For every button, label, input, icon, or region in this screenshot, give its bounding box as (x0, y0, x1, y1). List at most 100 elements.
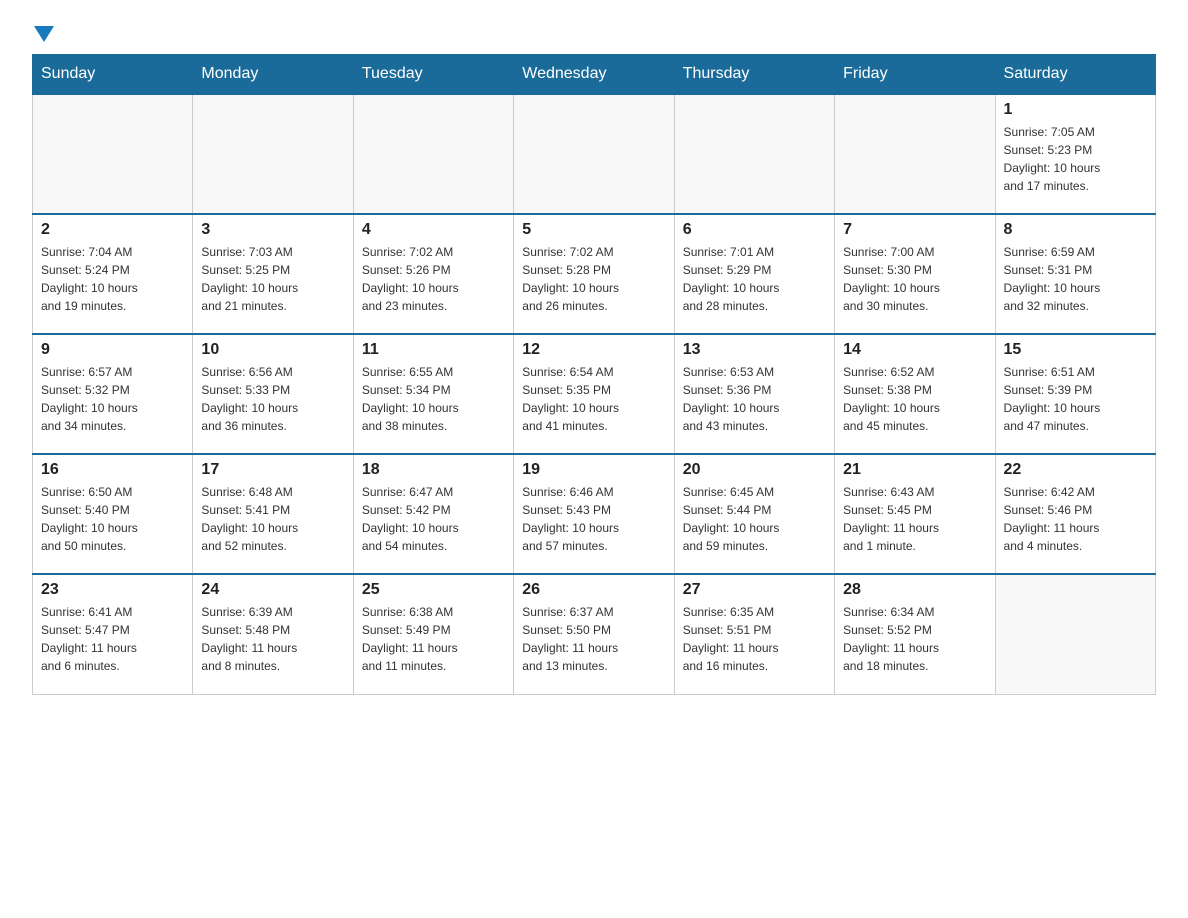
calendar-cell: 2 Sunrise: 7:04 AMSunset: 5:24 PMDaylight… (33, 214, 193, 334)
day-number: 19 (522, 461, 665, 479)
day-number: 14 (843, 341, 986, 359)
day-info: Sunrise: 6:37 AMSunset: 5:50 PMDaylight:… (522, 603, 665, 675)
col-header-wednesday: Wednesday (514, 55, 674, 95)
calendar-cell: 12 Sunrise: 6:54 AMSunset: 5:35 PMDayligh… (514, 334, 674, 454)
day-info: Sunrise: 7:02 AMSunset: 5:28 PMDaylight:… (522, 243, 665, 315)
day-info: Sunrise: 6:41 AMSunset: 5:47 PMDaylight:… (41, 603, 184, 675)
calendar-week-2: 9 Sunrise: 6:57 AMSunset: 5:32 PMDaylight… (33, 334, 1156, 454)
day-number: 27 (683, 581, 826, 599)
day-info: Sunrise: 7:03 AMSunset: 5:25 PMDaylight:… (201, 243, 344, 315)
col-header-saturday: Saturday (995, 55, 1155, 95)
calendar-cell: 21 Sunrise: 6:43 AMSunset: 5:45 PMDayligh… (835, 454, 995, 574)
col-header-sunday: Sunday (33, 55, 193, 95)
day-number: 10 (201, 341, 344, 359)
day-number: 9 (41, 341, 184, 359)
day-info: Sunrise: 6:42 AMSunset: 5:46 PMDaylight:… (1004, 483, 1147, 555)
day-number: 18 (362, 461, 505, 479)
day-info: Sunrise: 7:02 AMSunset: 5:26 PMDaylight:… (362, 243, 505, 315)
calendar-cell (353, 94, 513, 214)
day-number: 22 (1004, 461, 1147, 479)
calendar-week-0: 1 Sunrise: 7:05 AMSunset: 5:23 PMDaylight… (33, 94, 1156, 214)
calendar-cell: 14 Sunrise: 6:52 AMSunset: 5:38 PMDayligh… (835, 334, 995, 454)
day-number: 4 (362, 221, 505, 239)
day-info: Sunrise: 6:55 AMSunset: 5:34 PMDaylight:… (362, 363, 505, 435)
calendar-cell: 10 Sunrise: 6:56 AMSunset: 5:33 PMDayligh… (193, 334, 353, 454)
calendar-cell: 6 Sunrise: 7:01 AMSunset: 5:29 PMDaylight… (674, 214, 834, 334)
col-header-thursday: Thursday (674, 55, 834, 95)
calendar-cell: 27 Sunrise: 6:35 AMSunset: 5:51 PMDayligh… (674, 574, 834, 694)
day-number: 12 (522, 341, 665, 359)
calendar-cell: 28Sunrise: 6:34 AMSunset: 5:52 PMDayligh… (835, 574, 995, 694)
day-info: Sunrise: 6:59 AMSunset: 5:31 PMDaylight:… (1004, 243, 1147, 315)
calendar-week-4: 23 Sunrise: 6:41 AMSunset: 5:47 PMDayligh… (33, 574, 1156, 694)
calendar-cell (193, 94, 353, 214)
day-info: Sunrise: 6:50 AMSunset: 5:40 PMDaylight:… (41, 483, 184, 555)
day-number: 6 (683, 221, 826, 239)
day-number: 28 (843, 581, 986, 599)
col-header-friday: Friday (835, 55, 995, 95)
day-info: Sunrise: 6:47 AMSunset: 5:42 PMDaylight:… (362, 483, 505, 555)
day-info: Sunrise: 6:46 AMSunset: 5:43 PMDaylight:… (522, 483, 665, 555)
day-info: Sunrise: 6:52 AMSunset: 5:38 PMDaylight:… (843, 363, 986, 435)
day-info: Sunrise: 7:04 AMSunset: 5:24 PMDaylight:… (41, 243, 184, 315)
calendar-cell: 18 Sunrise: 6:47 AMSunset: 5:42 PMDayligh… (353, 454, 513, 574)
day-info: Sunrise: 6:39 AMSunset: 5:48 PMDaylight:… (201, 603, 344, 675)
calendar-cell: 9 Sunrise: 6:57 AMSunset: 5:32 PMDaylight… (33, 334, 193, 454)
day-number: 7 (843, 221, 986, 239)
calendar-cell: 17Sunrise: 6:48 AMSunset: 5:41 PMDayligh… (193, 454, 353, 574)
calendar-cell: 22 Sunrise: 6:42 AMSunset: 5:46 PMDayligh… (995, 454, 1155, 574)
day-info: Sunrise: 6:53 AMSunset: 5:36 PMDaylight:… (683, 363, 826, 435)
calendar-cell: 20Sunrise: 6:45 AMSunset: 5:44 PMDayligh… (674, 454, 834, 574)
day-info: Sunrise: 6:35 AMSunset: 5:51 PMDaylight:… (683, 603, 826, 675)
day-info: Sunrise: 6:54 AMSunset: 5:35 PMDaylight:… (522, 363, 665, 435)
day-info: Sunrise: 6:38 AMSunset: 5:49 PMDaylight:… (362, 603, 505, 675)
day-number: 26 (522, 581, 665, 599)
day-number: 23 (41, 581, 184, 599)
day-number: 24 (201, 581, 344, 599)
calendar-cell: 13 Sunrise: 6:53 AMSunset: 5:36 PMDayligh… (674, 334, 834, 454)
calendar-cell: 16 Sunrise: 6:50 AMSunset: 5:40 PMDayligh… (33, 454, 193, 574)
calendar-cell: 24 Sunrise: 6:39 AMSunset: 5:48 PMDayligh… (193, 574, 353, 694)
col-header-tuesday: Tuesday (353, 55, 513, 95)
calendar-cell: 15Sunrise: 6:51 AMSunset: 5:39 PMDayligh… (995, 334, 1155, 454)
day-number: 5 (522, 221, 665, 239)
calendar-cell: 25 Sunrise: 6:38 AMSunset: 5:49 PMDayligh… (353, 574, 513, 694)
logo (32, 24, 54, 38)
day-number: 21 (843, 461, 986, 479)
logo-triangle-icon (34, 26, 54, 42)
day-number: 8 (1004, 221, 1147, 239)
day-info: Sunrise: 6:51 AMSunset: 5:39 PMDaylight:… (1004, 363, 1147, 435)
calendar-cell: 11 Sunrise: 6:55 AMSunset: 5:34 PMDayligh… (353, 334, 513, 454)
calendar-header-row: SundayMondayTuesdayWednesdayThursdayFrid… (33, 55, 1156, 95)
day-info: Sunrise: 7:05 AMSunset: 5:23 PMDaylight:… (1004, 123, 1147, 195)
day-info: Sunrise: 6:43 AMSunset: 5:45 PMDaylight:… (843, 483, 986, 555)
calendar-cell (514, 94, 674, 214)
calendar-cell: 3 Sunrise: 7:03 AMSunset: 5:25 PMDaylight… (193, 214, 353, 334)
calendar-table: SundayMondayTuesdayWednesdayThursdayFrid… (32, 54, 1156, 695)
day-info: Sunrise: 6:45 AMSunset: 5:44 PMDaylight:… (683, 483, 826, 555)
day-number: 2 (41, 221, 184, 239)
day-info: Sunrise: 6:56 AMSunset: 5:33 PMDaylight:… (201, 363, 344, 435)
calendar-cell: 8 Sunrise: 6:59 AMSunset: 5:31 PMDaylight… (995, 214, 1155, 334)
calendar-cell (835, 94, 995, 214)
day-info: Sunrise: 6:57 AMSunset: 5:32 PMDaylight:… (41, 363, 184, 435)
calendar-cell: 4 Sunrise: 7:02 AMSunset: 5:26 PMDaylight… (353, 214, 513, 334)
day-number: 11 (362, 341, 505, 359)
day-number: 1 (1004, 101, 1147, 119)
day-number: 16 (41, 461, 184, 479)
page-header (32, 24, 1156, 38)
day-info: Sunrise: 7:01 AMSunset: 5:29 PMDaylight:… (683, 243, 826, 315)
calendar-cell: 5 Sunrise: 7:02 AMSunset: 5:28 PMDaylight… (514, 214, 674, 334)
calendar-week-3: 16 Sunrise: 6:50 AMSunset: 5:40 PMDayligh… (33, 454, 1156, 574)
day-number: 17 (201, 461, 344, 479)
day-number: 3 (201, 221, 344, 239)
calendar-cell (995, 574, 1155, 694)
calendar-cell: 1 Sunrise: 7:05 AMSunset: 5:23 PMDaylight… (995, 94, 1155, 214)
col-header-monday: Monday (193, 55, 353, 95)
day-number: 13 (683, 341, 826, 359)
calendar-cell: 7 Sunrise: 7:00 AMSunset: 5:30 PMDaylight… (835, 214, 995, 334)
calendar-cell: 19 Sunrise: 6:46 AMSunset: 5:43 PMDayligh… (514, 454, 674, 574)
day-info: Sunrise: 7:00 AMSunset: 5:30 PMDaylight:… (843, 243, 986, 315)
calendar-cell: 23 Sunrise: 6:41 AMSunset: 5:47 PMDayligh… (33, 574, 193, 694)
day-number: 25 (362, 581, 505, 599)
